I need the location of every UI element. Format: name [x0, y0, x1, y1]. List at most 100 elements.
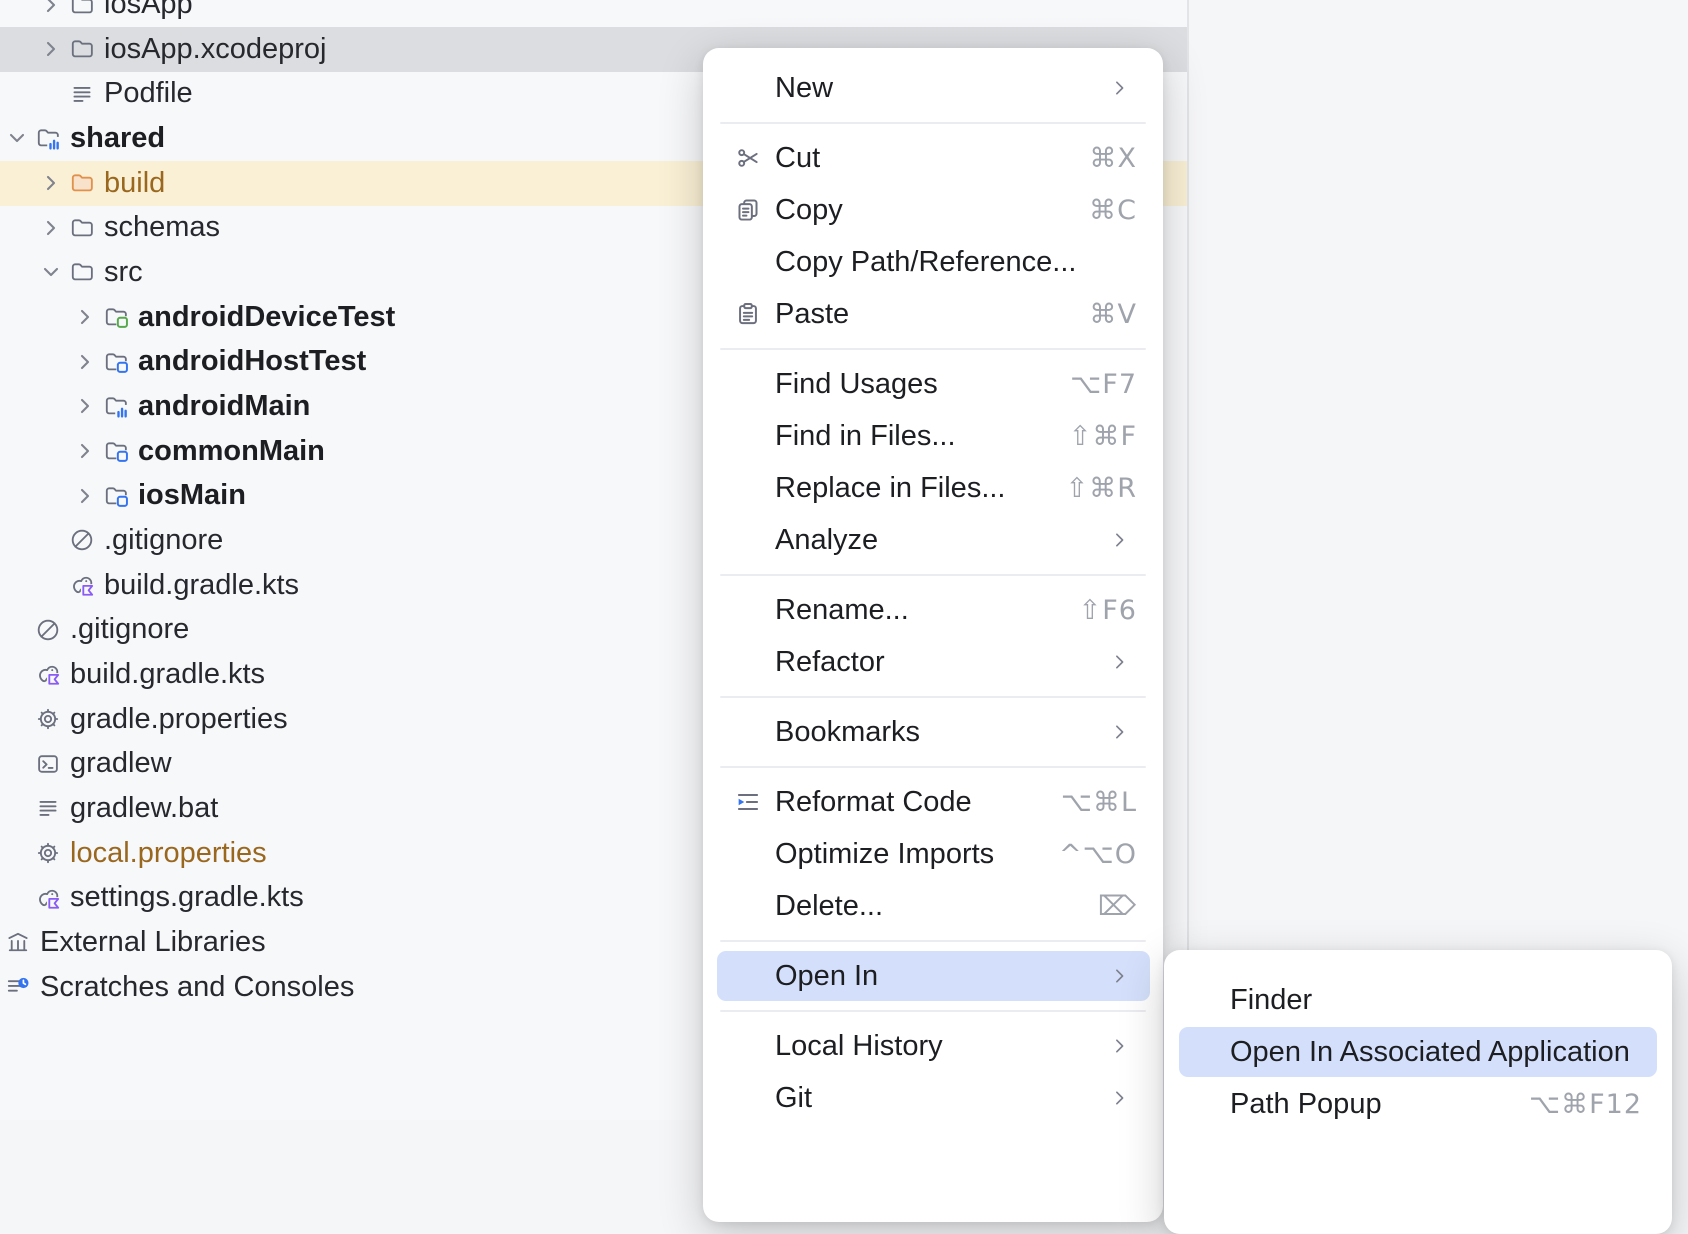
scratches-icon [5, 974, 31, 1000]
menu-item-label: Rename... [775, 594, 909, 627]
chevron-slot [2, 702, 32, 736]
submenu-arrow-icon [1109, 652, 1130, 673]
folder-icon [69, 36, 95, 62]
folder-module-icon [103, 393, 129, 419]
gradle-kts-icon [35, 885, 61, 911]
tree-item-label: androidMain [138, 390, 310, 423]
menu-item-delete[interactable]: Delete...⌦ [703, 880, 1163, 932]
tree-item-label: .gitignore [70, 613, 189, 646]
ignored-file-icon [69, 527, 95, 553]
tree-item-label: gradle.properties [70, 703, 288, 736]
chevron-right-icon[interactable] [36, 32, 66, 66]
chevron-right-icon[interactable] [36, 166, 66, 200]
menu-separator [703, 114, 1163, 132]
folder-icon [69, 215, 95, 241]
menu-item-open-in-associated-application[interactable]: Open In Associated Application [1164, 1026, 1672, 1078]
menu-item-label: Find in Files... [775, 420, 956, 453]
chevron-right-icon[interactable] [70, 479, 100, 513]
chevron-slot [2, 836, 32, 870]
tree-item-label: iosApp.xcodeproj [104, 33, 326, 66]
menu-item-label: Finder [1230, 984, 1312, 1017]
menu-item-label: Refactor [775, 646, 885, 679]
chevron-slot [2, 791, 32, 825]
menu-item-label: Path Popup [1230, 1088, 1382, 1121]
menu-item-open-in[interactable]: Open In [703, 950, 1163, 1002]
open-in-submenu: FinderOpen In Associated ApplicationPath… [1164, 950, 1672, 1234]
chevron-right-icon[interactable] [70, 345, 100, 379]
tree-item-label: commonMain [138, 435, 325, 468]
menu-item-label: Optimize Imports [775, 838, 994, 871]
menu-item-shortcut: ⌘X [1090, 143, 1138, 174]
menu-item-reformat-code[interactable]: Reformat Code ⌥⌘L [703, 776, 1163, 828]
menu-item-copy-path-reference[interactable]: Copy Path/Reference... [703, 236, 1163, 288]
submenu-arrow-icon [1109, 1036, 1130, 1057]
gear-icon [35, 840, 61, 866]
context-menu: New Cut⌘XCopy⌘C Copy Path/Reference... Past… [703, 48, 1163, 1222]
menu-item-shortcut: ⌘C [1089, 195, 1137, 226]
chevron-right-icon[interactable] [70, 300, 100, 334]
tree-item-label: .gitignore [104, 524, 223, 557]
scissors-icon [734, 144, 762, 172]
tree-item-label: src [104, 256, 143, 289]
menu-item-optimize-imports[interactable]: Optimize Imports ^⌥O [703, 828, 1163, 880]
menu-item-local-history[interactable]: Local History [703, 1020, 1163, 1072]
chevron-slot [2, 613, 32, 647]
menu-item-label: Open In [775, 960, 878, 993]
menu-item-label: Paste [775, 298, 849, 331]
reformat-icon [734, 788, 762, 816]
tree-item-label: shared [70, 122, 165, 155]
chevron-down-icon[interactable] [36, 255, 66, 289]
menu-item-refactor[interactable]: Refactor [703, 636, 1163, 688]
menu-item-shortcut: ⇧⌘R [1066, 473, 1137, 504]
menu-item-replace-in-files[interactable]: Replace in Files...⇧⌘R [703, 462, 1163, 514]
menu-item-shortcut: ⌥⌘F12 [1529, 1089, 1642, 1120]
menu-item-label: Bookmarks [775, 716, 920, 749]
tree-item-label: build.gradle.kts [104, 569, 299, 602]
menu-separator [703, 566, 1163, 584]
tree-item-label: Scratches and Consoles [40, 971, 354, 1004]
folder-test-blue-icon [103, 349, 129, 375]
menu-item-bookmarks[interactable]: Bookmarks [703, 706, 1163, 758]
chevron-slot [36, 77, 66, 111]
menu-item-analyze[interactable]: Analyze [703, 514, 1163, 566]
tree-item-label: iosMain [138, 479, 246, 512]
menu-item-copy[interactable]: Copy⌘C [703, 184, 1163, 236]
menu-item-paste[interactable]: Paste⌘V [703, 288, 1163, 340]
menu-item-new[interactable]: New [703, 62, 1163, 114]
menu-item-label: Copy Path/Reference... [775, 246, 1076, 279]
menu-item-git[interactable]: Git [703, 1072, 1163, 1124]
tree-item-label: build [104, 167, 165, 200]
menu-item-label: Local History [775, 1030, 943, 1063]
folder-source-icon [103, 438, 129, 464]
menu-separator [703, 932, 1163, 950]
chevron-right-icon[interactable] [36, 211, 66, 245]
menu-item-cut[interactable]: Cut⌘X [703, 132, 1163, 184]
folder-module-icon [35, 125, 61, 151]
tree-item-label: schemas [104, 211, 220, 244]
chevron-right-icon[interactable] [70, 389, 100, 423]
menu-item-find-in-files[interactable]: Find in Files... ⇧⌘F [703, 410, 1163, 462]
menu-item-label: New [775, 72, 833, 105]
terminal-icon [35, 751, 61, 777]
ide-window: { "colors": { "panel_bg": "#F7F8FA", "ed… [0, 0, 1688, 1120]
menu-item-shortcut: ⇧F6 [1079, 595, 1137, 626]
chevron-down-icon[interactable] [2, 121, 32, 155]
menu-item-finder[interactable]: Finder [1164, 974, 1672, 1026]
gradle-kts-icon [69, 572, 95, 598]
menu-item-label: Reformat Code [775, 786, 972, 819]
menu-item-label: Git [775, 1082, 812, 1115]
chevron-right-icon[interactable] [70, 434, 100, 468]
tree-item-label: androidHostTest [138, 345, 366, 378]
chevron-right-icon[interactable] [36, 0, 66, 22]
menu-item-rename[interactable]: Rename... ⇧F6 [703, 584, 1163, 636]
menu-item-path-popup[interactable]: Path Popup ⌥⌘F12 [1164, 1078, 1672, 1130]
tree-item-label: settings.gradle.kts [70, 881, 304, 914]
tree-item-iosapp[interactable]: iosApp [0, 0, 1187, 27]
ignored-file-icon [35, 617, 61, 643]
menu-separator [703, 688, 1163, 706]
chevron-slot [2, 657, 32, 691]
menu-item-shortcut: ⇧⌘F [1069, 421, 1137, 452]
menu-item-find-usages[interactable]: Find Usages⌥F7 [703, 358, 1163, 410]
menu-item-shortcut: ^⌥O [1059, 839, 1137, 870]
menu-item-shortcut: ⌥⌘L [1061, 787, 1137, 818]
